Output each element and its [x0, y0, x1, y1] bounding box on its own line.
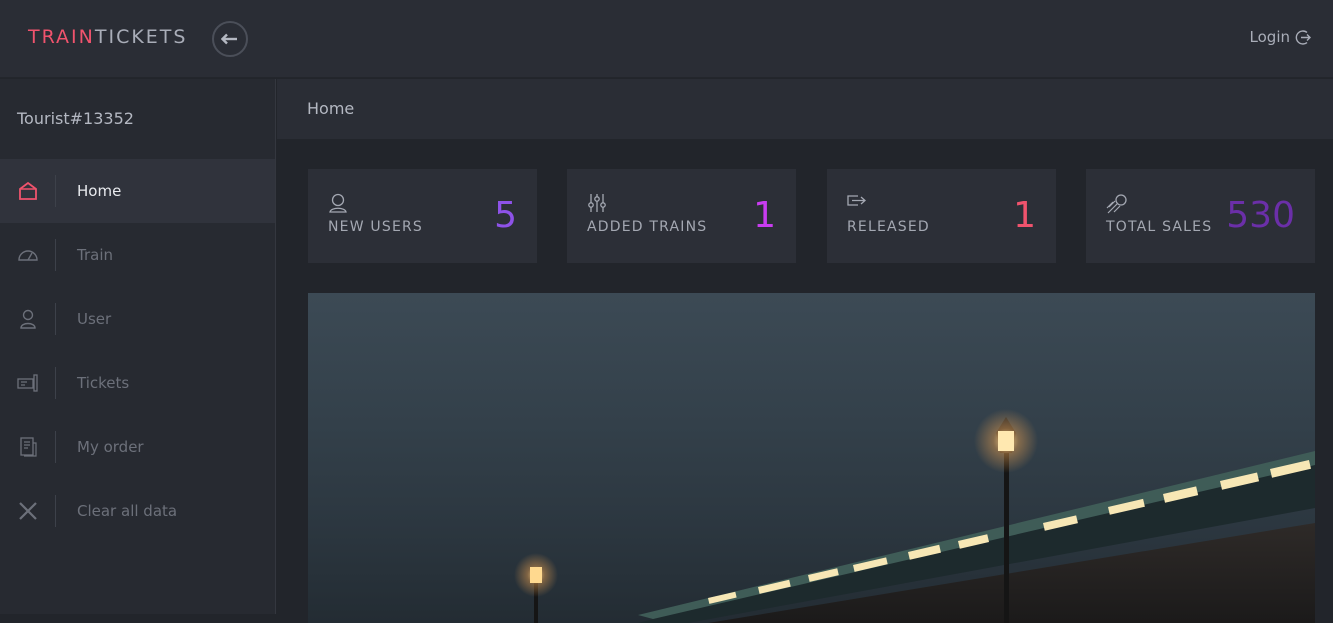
stat-value: 5 [494, 195, 517, 236]
stat-label: ADDED TRAINS [587, 219, 708, 235]
stat-card-added-trains: ADDED TRAINS 1 [567, 169, 796, 263]
sidebar-item-label: User [77, 310, 112, 328]
rocket-icon [1106, 193, 1128, 219]
stat-label: RELEASED [847, 219, 930, 235]
stat-value: 530 [1226, 195, 1295, 236]
sidebar-item-label: Train [77, 246, 113, 264]
home-icon [0, 175, 56, 207]
stat-card-total-sales: TOTAL SALES 530 [1086, 169, 1315, 263]
stats-row: NEW USERS 5 ADDED TRAINS 1 RELEASED 1 TO… [308, 169, 1315, 263]
sidebar-item-my-order[interactable]: My order [0, 415, 275, 479]
back-button[interactable] [212, 21, 248, 57]
sidebar-item-clear-all-data[interactable]: Clear all data [0, 479, 275, 543]
ticket-icon [0, 367, 56, 399]
breadcrumb: Home [277, 79, 1333, 139]
brand-part1: TRAIN [28, 26, 95, 48]
stat-label: NEW USERS [328, 219, 424, 235]
stat-label: TOTAL SALES [1106, 219, 1213, 235]
gauge-icon [0, 239, 56, 271]
stat-value: 1 [753, 195, 776, 236]
stat-card-released: RELEASED 1 [827, 169, 1056, 263]
sliders-icon [587, 193, 607, 217]
main-content: Home NEW USERS 5 ADDED TRAINS 1 RELEASED… [277, 79, 1333, 623]
order-icon [0, 431, 56, 463]
sidebar-item-label: My order [77, 438, 144, 456]
sidebar-item-user[interactable]: User [0, 287, 275, 351]
stat-card-new-users: NEW USERS 5 [308, 169, 537, 263]
sidebar-item-tickets[interactable]: Tickets [0, 351, 275, 415]
arrow-left-icon [221, 33, 237, 45]
sidebar-item-home[interactable]: Home [0, 159, 275, 223]
close-icon [0, 495, 56, 527]
page-title: Home [307, 99, 355, 118]
login-icon [1295, 29, 1311, 45]
stat-value: 1 [1013, 195, 1036, 236]
hero-image [308, 293, 1315, 623]
brand-part2: TICKETS [94, 26, 188, 48]
username: Tourist#13352 [17, 109, 134, 128]
sidebar-item-label: Home [77, 182, 122, 200]
brand-logo[interactable]: TRAINTICKETS [28, 26, 187, 48]
login-link[interactable]: Login [1250, 28, 1311, 46]
train-night-illustration [514, 409, 1315, 623]
user-icon [0, 303, 56, 335]
sidebar: Tourist#13352 Home Train User Tickets My… [0, 79, 276, 614]
login-label: Login [1249, 28, 1290, 46]
export-icon [847, 193, 867, 213]
sidebar-item-train[interactable]: Train [0, 223, 275, 287]
top-bar: TRAINTICKETS Login [0, 0, 1333, 78]
sidebar-item-label: Clear all data [77, 502, 178, 520]
sidebar-item-label: Tickets [77, 374, 130, 392]
user-icon [328, 193, 348, 217]
